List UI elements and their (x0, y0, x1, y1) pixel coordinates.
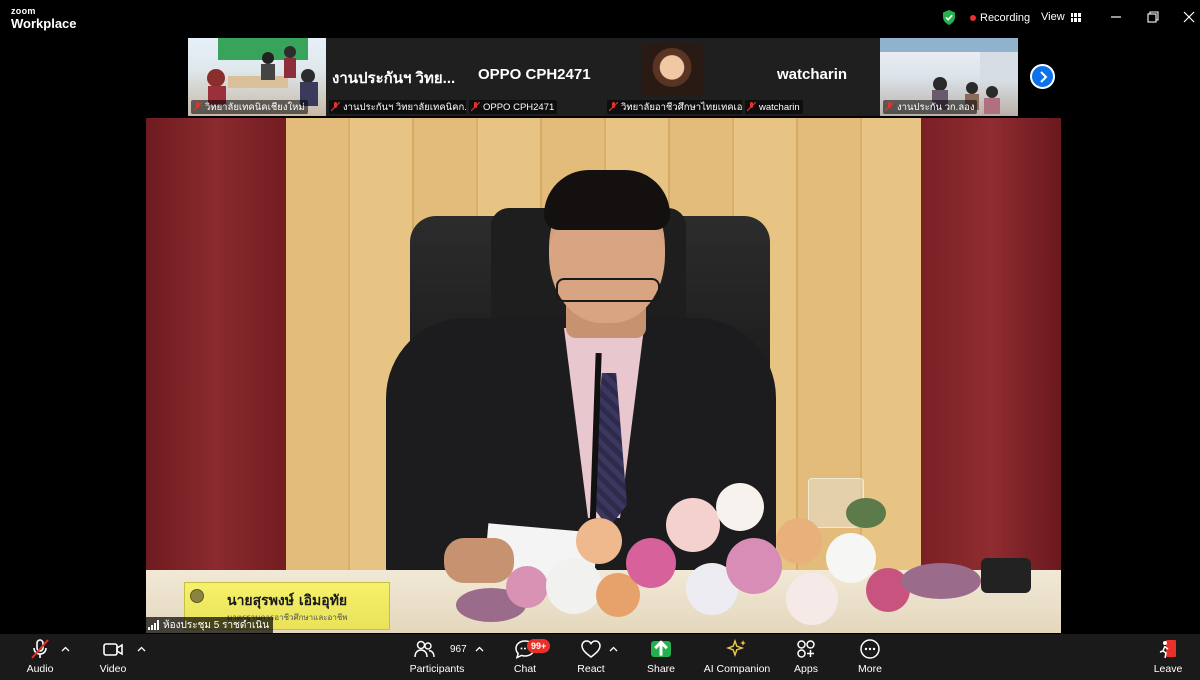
view-button[interactable]: View (1041, 11, 1081, 23)
audio-label: Audio (26, 663, 54, 675)
ai-companion-label: AI Companion (703, 663, 771, 675)
participant-display-name: งานประกันฯ วิทย... (332, 70, 456, 87)
muted-mic-icon (31, 639, 49, 659)
participants-count: 967 (450, 644, 467, 655)
audio-button[interactable]: Audio (4, 638, 76, 675)
grid-view-icon (1070, 12, 1081, 22)
participant-name: วิทยาลัยเทคนิคเชียงใหม่ (205, 101, 305, 113)
participant-label: watcharin (745, 100, 803, 114)
ai-companion-button[interactable]: AI Companion (701, 638, 773, 675)
participant-label: งานประกันฯ วิทยาลัยเทคนิคก... (329, 100, 466, 114)
participants-label: Participants (409, 663, 465, 675)
participants-icon (414, 640, 435, 658)
muted-mic-icon (471, 102, 480, 112)
participant-tile[interactable]: งานประกันฯ วิทย... งานประกันฯ วิทยาลัยเท… (326, 38, 466, 116)
active-speaker-video[interactable]: นายสุรพงษ์ เอิมอุทัย มาตรฐานการอาชีวศึกษ… (146, 118, 1061, 633)
apps-label: Apps (794, 663, 818, 675)
more-dots-icon (860, 639, 880, 659)
participant-tile[interactable]: วิทยาลัยเทคนิคเชียงใหม่ (188, 38, 326, 116)
participant-tile[interactable]: watcharin watcharin (742, 38, 880, 116)
chevron-up-icon[interactable] (475, 646, 484, 652)
title-bar: zoom Workplace Recording View (0, 0, 1200, 36)
muted-mic-icon (747, 102, 756, 112)
react-button[interactable]: React (555, 638, 627, 675)
shield-check-icon[interactable] (942, 10, 956, 25)
meeting-toolbar: Audio Video Participants 967 Chat React (0, 634, 1200, 680)
participant-tile[interactable]: งานประกัน วก.ลอง (880, 38, 1018, 116)
chat-unread-badge: 99+ (527, 639, 551, 653)
nameplate-name: นายสุรพงษ์ เอิมอุทัย (227, 593, 348, 609)
share-button[interactable]: Share (625, 638, 697, 675)
signal-strength-icon (148, 620, 159, 630)
emblem-icon (190, 589, 204, 603)
leave-door-icon (1159, 640, 1176, 659)
video-label: Video (99, 663, 127, 675)
chat-label: Chat (513, 663, 537, 675)
video-speaker (556, 278, 660, 302)
video-speaker (544, 170, 670, 230)
brand-small: zoom (11, 6, 36, 16)
profile-avatar (641, 44, 703, 96)
chevron-up-icon[interactable] (609, 646, 618, 652)
view-label: View (1041, 11, 1065, 23)
participant-display-name: watcharin (777, 66, 848, 83)
recording-label: Recording (980, 12, 1031, 24)
chevron-right-icon (1039, 70, 1047, 83)
participant-tile[interactable]: วิทยาลัยอาชีวศึกษาไทยเทคเอ... (604, 38, 742, 116)
participant-label: งานประกัน วก.ลอง (883, 100, 978, 114)
share-screen-icon (651, 640, 671, 657)
participant-strip: วิทยาลัยเทคนิคเชียงใหม่ งานประกันฯ วิทย.… (188, 38, 1018, 116)
video-flowers (446, 478, 996, 633)
video-background (146, 118, 286, 578)
apps-icon (797, 640, 815, 658)
speaker-name: ห้องประชุม 5 ราชดำเนิน (163, 619, 270, 631)
more-button[interactable]: More (834, 638, 906, 675)
participant-label: วิทยาลัยเทคนิคเชียงใหม่ (191, 100, 308, 114)
participant-name: watcharin (759, 101, 800, 113)
leave-label: Leave (1153, 663, 1183, 675)
recording-indicator[interactable]: Recording (970, 12, 1030, 24)
chevron-up-icon[interactable] (61, 646, 70, 652)
participant-name: OPPO CPH2471 (483, 101, 555, 113)
speaker-label: ห้องประชุม 5 ราชดำเนิน (146, 617, 274, 633)
muted-mic-icon (609, 102, 618, 112)
zoom-logo: zoom Workplace (11, 6, 77, 31)
leave-button[interactable]: Leave (1132, 638, 1200, 675)
muted-mic-icon (331, 102, 340, 112)
heart-icon (581, 640, 601, 658)
participant-tile[interactable]: OPPO CPH2471 OPPO CPH2471 (466, 38, 604, 116)
participant-name: วิทยาลัยอาชีวศึกษาไทยเทคเอ... (621, 101, 742, 113)
participant-name: งานประกันฯ วิทยาลัยเทคนิคก... (343, 101, 466, 113)
share-label: Share (646, 663, 676, 675)
chat-button[interactable]: Chat (489, 638, 561, 675)
participant-label: OPPO CPH2471 (469, 100, 558, 114)
apps-button[interactable]: Apps (770, 638, 842, 675)
participant-display-name: OPPO CPH2471 (478, 66, 591, 83)
chevron-up-icon[interactable] (137, 646, 146, 652)
more-label: More (858, 663, 882, 675)
participant-label: วิทยาลัยอาชีวศึกษาไทยเทคเอ... (607, 100, 742, 114)
minimize-icon[interactable] (1109, 10, 1123, 24)
restore-icon[interactable] (1146, 10, 1160, 24)
muted-mic-icon (193, 102, 202, 112)
close-icon[interactable] (1182, 10, 1196, 24)
recording-dot-icon (970, 15, 976, 21)
muted-mic-icon (885, 102, 894, 112)
sparkle-icon (726, 638, 746, 658)
next-page-button[interactable] (1030, 64, 1055, 89)
video-camera-icon (103, 643, 123, 656)
participant-name: งานประกัน วก.ลอง (897, 101, 975, 113)
brand-name: Workplace (11, 16, 77, 31)
react-label: React (577, 663, 605, 675)
video-button[interactable]: Video (77, 638, 149, 675)
